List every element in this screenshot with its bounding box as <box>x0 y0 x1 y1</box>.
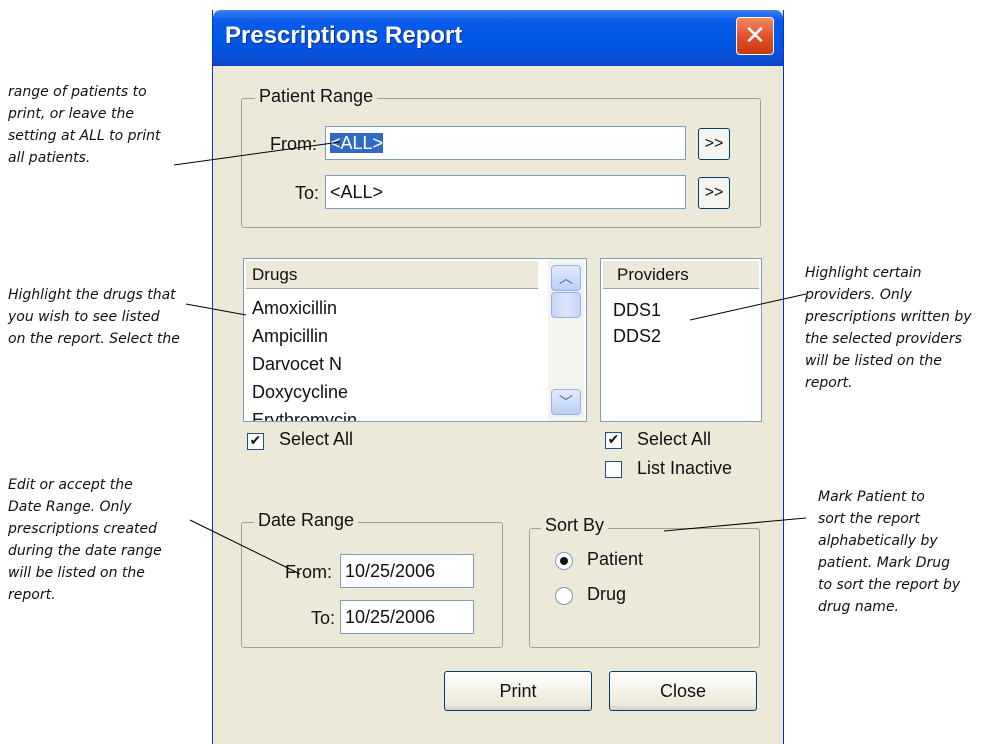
patient-from-value: <ALL> <box>330 133 384 153</box>
annotation-date-range: Edit or accept the Date Range. Only pres… <box>8 477 162 603</box>
date-from-label: From: <box>285 562 332 582</box>
patient-range-legend: Patient Range <box>255 86 378 107</box>
providers-listbox[interactable]: Providers DDS1 DDS2 <box>600 258 762 422</box>
annotation-sort-by: Mark Patient to sort the report alphabet… <box>818 489 961 615</box>
list-item[interactable]: Doxycycline <box>252 382 348 403</box>
drugs-scrollbar[interactable]: ︿ ﹀ <box>548 259 584 421</box>
drugs-select-all-checkbox[interactable]: ✔ <box>247 433 264 450</box>
close-window-button[interactable]: ✕ <box>736 17 774 55</box>
radio-selected-dot <box>560 557 568 565</box>
sort-drug-label: Drug <box>587 584 627 604</box>
scroll-down-icon[interactable]: ﹀ <box>551 389 581 415</box>
drugs-column-header[interactable]: Drugs <box>246 261 538 289</box>
close-icon: ✕ <box>744 21 766 51</box>
patient-to-field[interactable]: <ALL> <box>325 175 686 209</box>
annotation-patient-range: range of patients to print, or leave the… <box>8 84 161 166</box>
date-from-field[interactable]: 10/25/2006 <box>340 554 474 588</box>
drugs-listbox[interactable]: Drugs Amoxicillin Ampicillin Darvocet N … <box>243 258 587 422</box>
providers-column-header[interactable]: Providers <box>603 261 759 289</box>
sort-patient-radio[interactable] <box>555 552 573 570</box>
patient-from-label: From: <box>270 134 317 154</box>
list-item[interactable]: Ampicillin <box>252 326 328 347</box>
scroll-thumb[interactable] <box>551 292 581 318</box>
sort-patient-label: Patient <box>587 549 644 569</box>
providers-list-inactive-checkbox[interactable] <box>605 461 622 478</box>
title-bar: Prescriptions Report ✕ <box>213 10 783 66</box>
patient-from-browse-button[interactable]: >> <box>698 128 730 160</box>
patient-to-label: To: <box>295 183 320 203</box>
providers-select-all-checkbox[interactable]: ✔ <box>605 432 622 449</box>
date-to-field[interactable]: 10/25/2006 <box>340 600 474 634</box>
patient-from-field[interactable]: <ALL> <box>325 126 686 160</box>
list-item[interactable]: Darvocet N <box>252 354 342 375</box>
sort-by-legend: Sort By <box>541 515 609 536</box>
print-button[interactable]: Print <box>444 671 592 711</box>
list-item[interactable]: DDS1 <box>613 300 661 321</box>
date-range-legend: Date Range <box>254 510 359 531</box>
scroll-up-icon[interactable]: ︿ <box>551 265 581 291</box>
list-item[interactable]: Amoxicillin <box>252 298 337 319</box>
annotation-drugs: Highlight the drugs that you wish to see… <box>8 287 180 347</box>
prescriptions-report-dialog: Prescriptions Report ✕ Patient Range Fro… <box>212 10 784 744</box>
providers-list-inactive-label: List Inactive <box>637 458 733 478</box>
list-item[interactable]: DDS2 <box>613 326 661 347</box>
window-title: Prescriptions Report <box>225 22 463 49</box>
sort-drug-radio[interactable] <box>555 587 573 605</box>
close-button[interactable]: Close <box>609 671 757 711</box>
date-to-label: To: <box>311 608 336 628</box>
patient-to-browse-button[interactable]: >> <box>698 177 730 209</box>
drugs-select-all-label: Select All <box>279 429 354 449</box>
annotation-providers: Highlight certain providers. Only prescr… <box>805 265 972 391</box>
providers-select-all-label: Select All <box>637 429 712 449</box>
list-item[interactable]: Erythromycin <box>252 410 357 421</box>
